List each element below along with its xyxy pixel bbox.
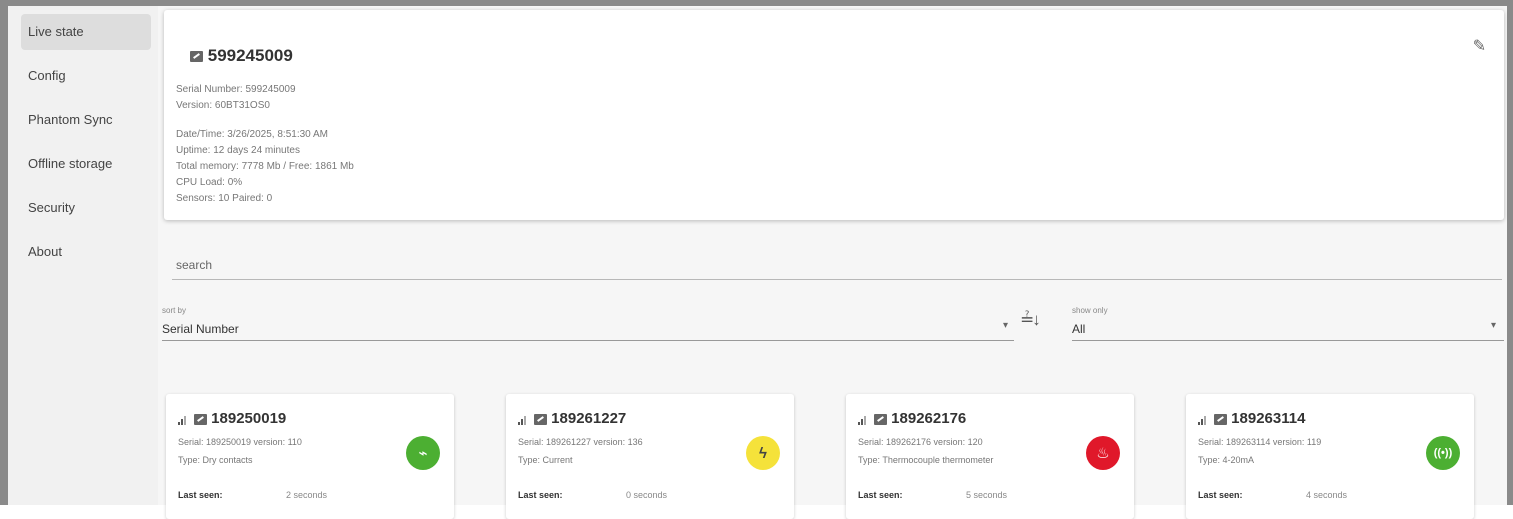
sensor-serial: Serial: 189250019 version: 110 — [178, 437, 302, 447]
device-version: Version: 60BT31OS0 — [176, 100, 270, 111]
signal-icon — [178, 413, 190, 426]
signal-icon — [518, 413, 530, 426]
thermometer-icon: ♨ — [1086, 436, 1120, 470]
sensor-last-seen: Last seen: 0 seconds — [518, 490, 667, 500]
signal-icon — [858, 413, 870, 426]
last-seen-label: Last seen: — [1198, 490, 1243, 500]
sensor-card[interactable]: 189262176 Serial: 189262176 version: 120… — [846, 394, 1134, 519]
device-details-primary: Serial Number: 599245009 Version: 60BT31… — [176, 82, 296, 114]
device-uptime: Uptime: 12 days 24 minutes — [176, 145, 300, 156]
sort-by-select[interactable]: sort by Serial Number ▾ — [162, 302, 1014, 341]
sensor-title: 189263114 — [1198, 410, 1305, 427]
sensor-type: Type: Thermocouple thermometer — [858, 455, 994, 465]
show-only-label: show only — [1072, 306, 1108, 315]
device-memory: Total memory: 7778 Mb / Free: 1861 Mb — [176, 161, 354, 172]
sensor-serial: Serial: 189262176 version: 120 — [858, 437, 983, 447]
sensor-card[interactable]: 189263114 Serial: 189263114 version: 119… — [1186, 394, 1474, 519]
tag-icon — [534, 413, 547, 425]
window-frame-right — [1507, 0, 1513, 505]
sensor-type: Type: Current — [518, 455, 573, 465]
current-icon: ϟ — [746, 436, 780, 470]
device-title-text: 599245009 — [207, 46, 293, 65]
sensor-id: 189250019 — [211, 410, 287, 427]
sensor-id: 189262176 — [891, 410, 967, 427]
sensor-last-seen: Last seen: 4 seconds — [1198, 490, 1347, 500]
search-input[interactable]: search — [172, 246, 1502, 280]
last-seen-label: Last seen: — [518, 490, 563, 500]
sensor-last-seen: Last seen: 2 seconds — [178, 490, 327, 500]
last-seen-label: Last seen: — [178, 490, 223, 500]
sort-by-label: sort by — [162, 306, 187, 315]
sensor-title: 189261227 — [518, 410, 626, 427]
tag-icon — [194, 413, 207, 425]
sidebar-item-offline-storage[interactable]: Offline storage — [21, 146, 151, 182]
device-title: 599245009 — [190, 46, 293, 66]
sensor-id: 189261227 — [551, 410, 627, 427]
last-seen-value: 5 seconds — [966, 490, 1008, 500]
dry-contacts-icon: ⌁ — [406, 436, 440, 470]
device-datetime: Date/Time: 3/26/2025, 8:51:30 AM — [176, 129, 328, 140]
sidebar-item-about[interactable]: About — [21, 234, 151, 270]
signal-icon — [1198, 413, 1210, 426]
sidebar-item-config[interactable]: Config — [21, 58, 151, 94]
sidebar-item-security[interactable]: Security — [21, 190, 151, 226]
chevron-down-icon: ▾ — [1490, 320, 1496, 331]
sensor-card[interactable]: 189250019 Serial: 189250019 version: 110… — [166, 394, 454, 519]
sidebar-item-live-state[interactable]: Live state — [21, 14, 151, 50]
sensor-id: 189263114 — [1231, 410, 1306, 427]
last-seen-value: 4 seconds — [1306, 490, 1348, 500]
device-cpu-load: CPU Load: 0% — [176, 177, 243, 188]
sensor-title: 189250019 — [178, 410, 286, 427]
last-seen-value: 2 seconds — [286, 490, 328, 500]
last-seen-label: Last seen: — [858, 490, 903, 500]
window-frame-left — [0, 0, 8, 505]
sort-direction-icon[interactable]: ≟↓ — [1020, 310, 1041, 330]
sensor-serial: Serial: 189263114 version: 119 — [1198, 437, 1322, 447]
sensor-type: Type: Dry contacts — [178, 455, 253, 465]
sensor-serial: Serial: 189261227 version: 136 — [518, 437, 643, 447]
broom-icon[interactable]: ✎ — [1473, 36, 1486, 56]
sensor-type: Type: 4-20mA — [1198, 455, 1255, 465]
sidebar-item-phantom-sync[interactable]: Phantom Sync — [21, 102, 151, 138]
sensor-card[interactable]: 189261227 Serial: 189261227 version: 136… — [506, 394, 794, 519]
analog-4-20ma-icon: ((•)) — [1426, 436, 1460, 470]
tag-icon — [1214, 413, 1227, 425]
tag-icon — [190, 51, 203, 63]
sensor-title: 189262176 — [858, 410, 966, 427]
sensor-last-seen: Last seen: 5 seconds — [858, 490, 1007, 500]
show-only-select[interactable]: show only All ▾ — [1072, 302, 1504, 341]
last-seen-value: 0 seconds — [626, 490, 668, 500]
device-details-status: Date/Time: 3/26/2025, 8:51:30 AM Uptime:… — [176, 127, 354, 207]
sort-by-value: Serial Number — [162, 322, 239, 336]
chevron-down-icon: ▾ — [1002, 320, 1008, 331]
device-card: 599245009 Serial Number: 599245009 Versi… — [164, 10, 1504, 220]
show-only-value: All — [1072, 322, 1086, 336]
tag-icon — [874, 413, 887, 425]
sidebar: Live state Config Phantom Sync Offline s… — [8, 6, 158, 505]
main-content: 599245009 Serial Number: 599245009 Versi… — [158, 6, 1507, 519]
device-sensors: Sensors: 10 Paired: 0 — [176, 193, 273, 204]
device-serial: Serial Number: 599245009 — [176, 84, 296, 95]
